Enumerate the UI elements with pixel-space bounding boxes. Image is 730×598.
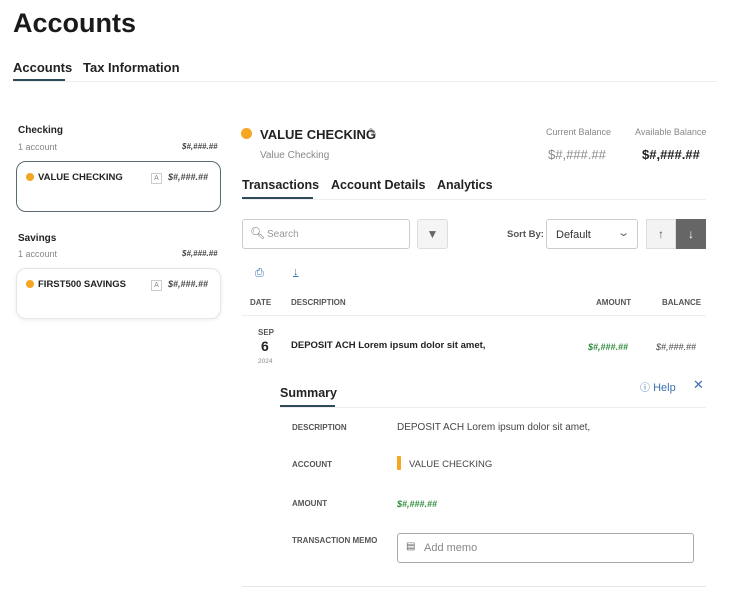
- account-balance: $#,###.##: [168, 172, 209, 182]
- account-type-badge: A: [151, 173, 162, 184]
- divider: [242, 315, 706, 316]
- available-balance-label: Available Balance: [635, 127, 707, 137]
- sort-by-label: Sort By:: [507, 229, 544, 240]
- summary-title: Summary: [280, 386, 337, 400]
- arrow-up-icon: ↑: [658, 227, 664, 241]
- page-title: Accounts: [13, 8, 137, 38]
- group-savings-count: 1 account: [18, 249, 58, 259]
- account-balance: $#,###.##: [168, 279, 209, 289]
- field-value-amount: $#,###.##: [397, 499, 438, 509]
- tab-accounts[interactable]: Accounts: [13, 60, 72, 75]
- column-header-balance[interactable]: BALANCE: [662, 298, 701, 307]
- sort-descending-button[interactable]: ↓: [676, 219, 706, 249]
- sort-value: Default: [556, 229, 591, 241]
- divider: [13, 81, 717, 82]
- account-name: VALUE CHECKING: [38, 172, 123, 183]
- divider: [280, 407, 706, 408]
- tab-account-details[interactable]: Account Details: [331, 178, 425, 192]
- date-month: SEP: [258, 328, 275, 337]
- column-header-date[interactable]: DATE: [250, 298, 271, 307]
- account-color-dot: [26, 280, 34, 288]
- field-label-memo: TRANSACTION MEMO: [292, 536, 378, 545]
- edit-pencil-icon[interactable]: ✎: [368, 126, 377, 139]
- date-year: 2024: [258, 358, 273, 365]
- close-icon[interactable]: ✕: [693, 377, 704, 393]
- download-icon[interactable]: ↓: [293, 266, 299, 278]
- row-balance: $#,###.##: [656, 342, 697, 352]
- row-amount: $#,###.##: [588, 342, 629, 352]
- sort-ascending-button[interactable]: ↑: [646, 219, 676, 249]
- account-color-dot: [26, 173, 34, 181]
- field-value-description: DEPOSIT ACH Lorem ipsum dolor sit amet,: [397, 422, 591, 433]
- field-label-description: DESCRIPTION: [292, 423, 347, 432]
- current-balance-value: $#,###.##: [548, 147, 606, 162]
- divider: [242, 199, 706, 200]
- help-label: Help: [653, 382, 676, 394]
- group-checking-total: $#,###.##: [182, 142, 218, 151]
- current-balance-label: Current Balance: [546, 127, 612, 137]
- tab-transactions[interactable]: Transactions: [242, 178, 319, 192]
- help-link[interactable]: ⓘ Help: [640, 379, 676, 394]
- memo-icon: ▤: [406, 541, 416, 552]
- account-color-dot: [241, 128, 252, 139]
- account-card-first500-savings[interactable]: FIRST500 SAVINGS A $#,###.##: [16, 268, 221, 319]
- field-value-account: VALUE CHECKING: [409, 459, 493, 470]
- available-balance-value: $#,###.##: [642, 147, 700, 162]
- search-placeholder: Search: [267, 229, 299, 240]
- date-day: 6: [261, 338, 269, 354]
- memo-placeholder: Add memo: [424, 542, 478, 554]
- sort-select[interactable]: Default ⌄: [546, 219, 638, 249]
- account-subtitle: Value Checking: [260, 150, 330, 161]
- tab-tax-information[interactable]: Tax Information: [83, 60, 180, 75]
- filter-icon: ▼: [426, 227, 439, 241]
- search-input[interactable]: 🔍︎ Search: [242, 219, 410, 249]
- account-title: VALUE CHECKING: [260, 127, 377, 142]
- divider: [242, 586, 706, 587]
- filter-button[interactable]: ▼: [417, 219, 448, 249]
- chevron-down-icon: ⌄: [617, 227, 631, 239]
- help-circle-icon: ⓘ: [640, 383, 650, 394]
- group-checking-title: Checking: [18, 125, 64, 136]
- group-savings-title: Savings: [18, 233, 57, 244]
- row-description: DEPOSIT ACH Lorem ipsum dolor sit amet,: [291, 340, 486, 351]
- group-savings-total: $#,###.##: [182, 249, 218, 258]
- tab-analytics[interactable]: Analytics: [437, 178, 493, 192]
- account-name: FIRST500 SAVINGS: [38, 279, 126, 290]
- arrow-down-icon: ↓: [688, 227, 694, 241]
- account-type-badge: A: [151, 280, 162, 291]
- account-color-bar: [397, 456, 401, 470]
- field-label-amount: AMOUNT: [292, 499, 328, 508]
- print-icon[interactable]: ⎙: [255, 267, 264, 280]
- account-card-value-checking[interactable]: VALUE CHECKING A $#,###.##: [16, 161, 221, 212]
- column-header-description[interactable]: DESCRIPTION: [291, 298, 346, 307]
- group-checking-count: 1 account: [18, 142, 58, 152]
- memo-input[interactable]: ▤ Add memo: [397, 533, 694, 563]
- field-label-account: ACCOUNT: [292, 460, 332, 469]
- search-icon: 🔍︎: [250, 226, 266, 240]
- column-header-amount[interactable]: AMOUNT: [596, 298, 631, 307]
